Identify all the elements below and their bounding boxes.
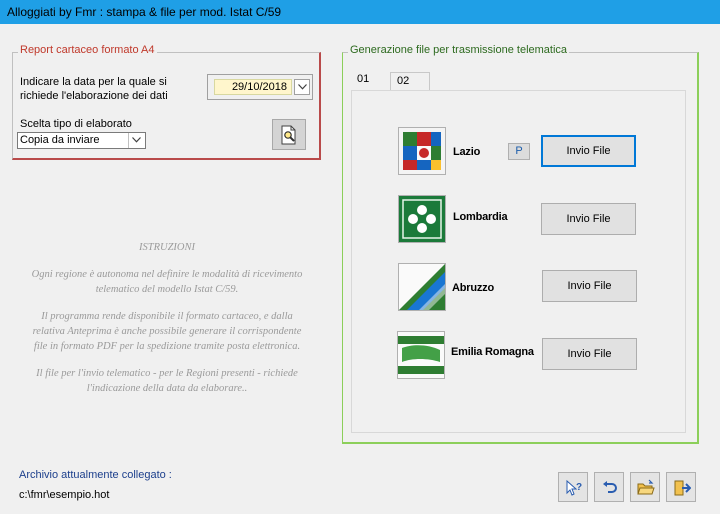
exit-button[interactable] [666,472,696,502]
instructions-p1-l2: telematico del modello Istat C/59. [95,284,239,295]
abruzzo-icon [398,263,446,311]
type-select[interactable]: Copia da inviare [17,132,146,149]
undo-icon [603,481,617,493]
chevron-down-icon [298,84,307,90]
region-name-emilia-romagna: Emilia Romagna [451,346,534,358]
window-title: Alloggiati by Fmr : stampa & file per mo… [0,0,720,24]
invio-file-button-abruzzo[interactable]: Invio File [542,270,637,302]
region-name-lazio: Lazio [453,146,481,158]
invio-file-button-lazio[interactable]: Invio File [541,135,636,167]
date-dropdown-button[interactable] [294,79,310,95]
region-name-lombardia: Lombardia [453,211,508,223]
instructions-p1-l1: Ogni regione è autonoma nel definire le … [31,269,303,280]
date-prompt-line2: richiede l'elaborazione dei dati [20,90,168,102]
instructions-p2-l1: Il programma rende disponibile il format… [41,311,293,322]
instructions-p3-l1: Il file per l'invio telematico - per le … [36,368,298,379]
date-field[interactable]: 29/10/2018 [207,74,313,100]
report-group-legend: Report cartaceo formato A4 [18,44,157,56]
tab-01[interactable]: 01 [351,70,385,90]
exit-icon [674,480,691,496]
preview-button[interactable] [272,119,306,150]
preview-icon [281,125,296,145]
chevron-down-icon [132,137,141,143]
open-folder-icon [637,479,655,495]
type-select-value: Copia da inviare [20,134,100,146]
archive-label: Archivio attualmente collegato : [19,469,172,481]
type-dropdown-button[interactable] [128,133,144,148]
date-prompt-line1: Indicare la data per la quale si [20,76,167,88]
svg-text:?: ? [576,482,582,493]
telematica-group-legend: Generazione file per trasmissione telema… [348,44,570,56]
region-name-abruzzo: Abruzzo [452,282,494,294]
instructions-p2-l3: file in formato PDF per la spedizione tr… [33,341,301,352]
tab-02[interactable]: 02 [390,72,430,90]
lazio-p-badge[interactable]: P [508,143,530,160]
invio-file-button-emilia-romagna[interactable]: Invio File [542,338,637,370]
lombardia-icon [398,195,446,243]
invio-file-button-lombardia[interactable]: Invio File [541,203,636,235]
help-button[interactable]: ? [558,472,588,502]
date-value[interactable]: 29/10/2018 [214,79,292,95]
instructions-title: ISTRUZIONI [138,242,195,253]
instructions-p3-l2: l'indicazione della data da elaborare.. [86,383,248,394]
open-folder-button[interactable] [630,472,660,502]
lazio-icon [398,127,446,175]
undo-button[interactable] [594,472,624,502]
help-icon: ? [566,479,582,496]
archive-path: c:\fmr\esempio.hot [19,489,110,501]
type-label: Scelta tipo di elaborato [20,118,132,130]
instructions-p2-l2: relativa Anteprima è anche possibile gen… [32,326,302,337]
emilia-romagna-icon [397,331,445,379]
